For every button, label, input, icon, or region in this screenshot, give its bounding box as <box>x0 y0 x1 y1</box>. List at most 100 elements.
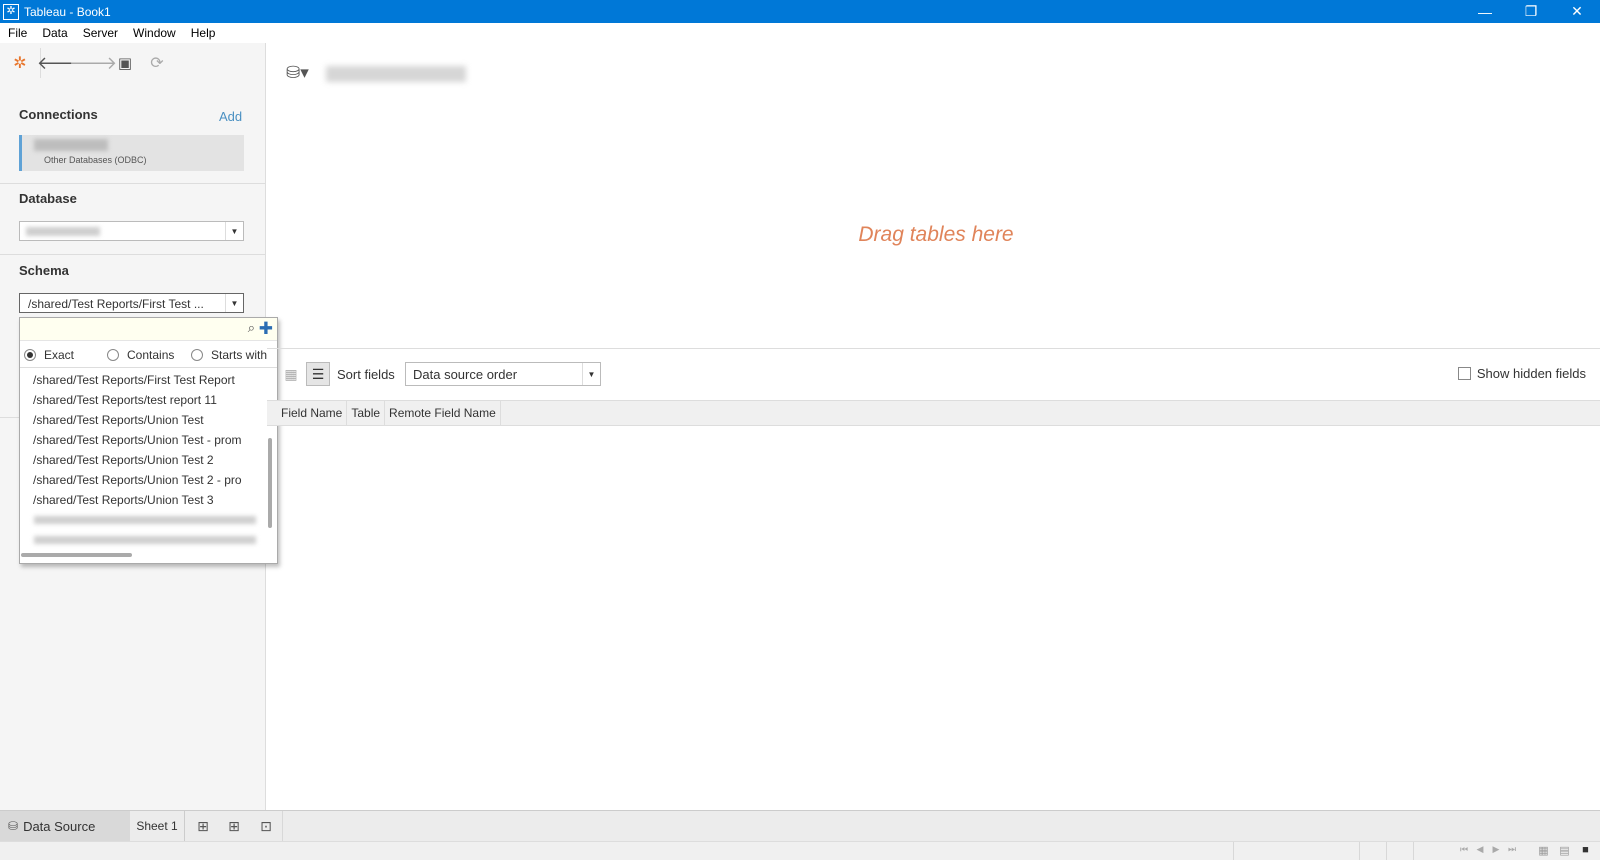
list-view-icon[interactable]: ☰ <box>306 362 330 386</box>
status-bar: ⏮ ◀ ▶ ⏭ ▦ ▤ ■ <box>0 841 1600 860</box>
database-cylinder-icon[interactable]: ⛁▾ <box>286 63 309 83</box>
add-icon[interactable]: ✚ <box>259 319 273 339</box>
divider <box>1233 842 1234 860</box>
drag-tables-hint: Drag tables here <box>858 223 1014 246</box>
radio-contains[interactable]: Contains <box>107 348 174 362</box>
radio-dot[interactable] <box>191 348 203 361</box>
tab-sheet-1[interactable]: Sheet 1 <box>130 811 185 841</box>
radio-starts-with-label: Starts with <box>211 347 268 362</box>
first-sheet-icon[interactable]: ⏮ <box>1456 844 1472 855</box>
filmstrip-icon[interactable]: ▤ <box>1554 844 1575 857</box>
divider <box>0 183 266 184</box>
new-dashboard-icon[interactable]: ⊞ <box>222 815 246 837</box>
column-header-remote-field-name[interactable]: Remote Field Name <box>385 401 501 425</box>
add-connection-link[interactable]: Add <box>219 109 242 124</box>
grid-view-icon[interactable]: ▦ <box>279 362 303 386</box>
connection-type: Other Databases (ODBC) <box>44 155 147 165</box>
divider <box>1359 842 1360 860</box>
show-hidden-fields-checkbox[interactable]: Show hidden fields <box>1457 366 1586 381</box>
list-item[interactable]: /shared/Test Reports/Union Test 2 <box>20 450 263 470</box>
tab-data-source[interactable]: ⛁ Data Source <box>0 811 130 841</box>
radio-exact[interactable]: Exact <box>24 348 74 362</box>
chevron-down-icon[interactable]: ▼ <box>225 294 243 312</box>
sort-fields-label: Sort fields <box>337 367 395 382</box>
sort-fields-value: Data source order <box>413 367 518 382</box>
new-story-icon[interactable]: ⊡ <box>254 815 278 837</box>
toolbar: ✲ 🡐 🡒 ▣ ⟳ <box>0 43 266 83</box>
divider <box>1386 842 1387 860</box>
chevron-down-icon[interactable]: ▼ <box>582 363 600 385</box>
list-item-redacted[interactable] <box>20 510 263 530</box>
list-item[interactable]: /shared/Test Reports/Union Test 3 <box>20 490 263 510</box>
sheet-navigation: ⏮ ◀ ▶ ⏭ <box>1456 844 1520 855</box>
sheet-view-modes: ▦ ▤ ■ <box>1533 844 1596 857</box>
menu-server[interactable]: Server <box>75 26 125 40</box>
radio-exact-label: Exact <box>44 347 75 362</box>
menu-window[interactable]: Window <box>125 26 183 40</box>
radio-contains-label: Contains <box>127 347 175 362</box>
schema-select[interactable]: /shared/Test Reports/First Test ... ▼ <box>19 293 244 313</box>
title-bar: ✲ Tableau - Book1 — ❐ ✕ <box>0 0 1600 23</box>
sheet-sorter-icon[interactable]: ▦ <box>1533 844 1554 857</box>
menu-bar: File Data Server Window Help <box>0 23 1600 43</box>
schema-list: /shared/Test Reports/First Test Report /… <box>20 370 263 550</box>
chevron-down-icon[interactable]: ▼ <box>225 222 243 240</box>
connection-name-redacted <box>34 139 108 151</box>
menu-data[interactable]: Data <box>34 26 74 40</box>
previous-sheet-icon[interactable]: ◀ <box>1472 844 1488 855</box>
tableau-logo-icon[interactable]: ✲ <box>8 51 32 75</box>
schema-selected-value: /shared/Test Reports/First Test ... <box>28 297 204 311</box>
divider <box>0 254 266 255</box>
schema-title: Schema <box>19 263 69 278</box>
database-value-redacted <box>26 227 100 236</box>
database-select[interactable]: ▼ <box>19 221 244 241</box>
sort-fields-select[interactable]: Data source order ▼ <box>405 362 601 386</box>
list-item[interactable]: /shared/Test Reports/test report 11 <box>20 390 263 410</box>
database-title: Database <box>19 191 77 206</box>
last-sheet-icon[interactable]: ⏭ <box>1504 844 1520 855</box>
close-button[interactable]: ✕ <box>1554 0 1600 23</box>
save-icon[interactable]: ▣ <box>113 51 137 75</box>
new-worksheet-icon[interactable]: ⊞ <box>191 815 215 837</box>
next-sheet-icon[interactable]: ▶ <box>1488 844 1504 855</box>
forward-arrow-icon[interactable]: 🡒 <box>69 51 117 75</box>
match-mode-group: Exact Contains Starts with <box>20 342 277 368</box>
column-header-table[interactable]: Table <box>347 401 386 425</box>
checkbox[interactable] <box>1457 367 1471 380</box>
window-title: Tableau - Book1 <box>24 4 111 19</box>
show-hidden-fields-label: Show hidden fields <box>1476 366 1586 381</box>
menu-help[interactable]: Help <box>183 26 223 40</box>
tab-sheet-1-label: Sheet 1 <box>136 819 178 833</box>
schema-dropdown-popup: ⌕ ✚ Exact Contains Starts with /shared/T… <box>19 317 278 564</box>
divider <box>282 811 283 841</box>
search-icon[interactable]: ⌕ <box>248 320 255 336</box>
fields-toolbar: ▦ ☰ Sort fields Data source order ▼ Show… <box>267 349 1600 399</box>
connection-item[interactable]: Other Databases (ODBC) <box>19 135 244 171</box>
restore-button[interactable]: ❐ <box>1508 0 1554 23</box>
list-item-redacted[interactable] <box>20 530 263 550</box>
sheet-tab-bar: ⛁ Data Source Sheet 1 ⊞ ⊞ ⊡ <box>0 810 1600 841</box>
fields-grid-header: Field Name Table Remote Field Name <box>267 400 1600 426</box>
refresh-icon[interactable]: ⟳ <box>145 51 169 75</box>
tab-data-source-label: Data Source <box>23 818 96 834</box>
radio-starts-with[interactable]: Starts with <box>191 348 267 362</box>
schema-search-field[interactable]: ⌕ ✚ <box>20 318 277 341</box>
radio-dot[interactable] <box>24 348 36 361</box>
tabs-view-icon[interactable]: ■ <box>1575 844 1596 857</box>
list-item[interactable]: /shared/Test Reports/First Test Report <box>20 370 263 390</box>
list-item[interactable]: /shared/Test Reports/Union Test - prom <box>20 430 263 450</box>
minimize-button[interactable]: — <box>1462 0 1508 23</box>
vertical-scrollbar[interactable] <box>268 438 272 528</box>
radio-dot[interactable] <box>107 348 119 361</box>
column-header-field-name[interactable]: Field Name <box>267 401 348 425</box>
list-item[interactable]: /shared/Test Reports/Union Test <box>20 410 263 430</box>
database-icon: ⛁ <box>8 819 19 833</box>
divider <box>1413 842 1414 860</box>
server-name-redacted <box>326 66 466 82</box>
list-item[interactable]: /shared/Test Reports/Union Test 2 - pro <box>20 470 263 490</box>
menu-file[interactable]: File <box>0 26 34 40</box>
connections-title: Connections <box>19 107 98 122</box>
tableau-app-icon: ✲ <box>3 3 19 20</box>
horizontal-scrollbar[interactable] <box>21 553 132 557</box>
window-controls: — ❐ ✕ <box>1462 0 1600 23</box>
